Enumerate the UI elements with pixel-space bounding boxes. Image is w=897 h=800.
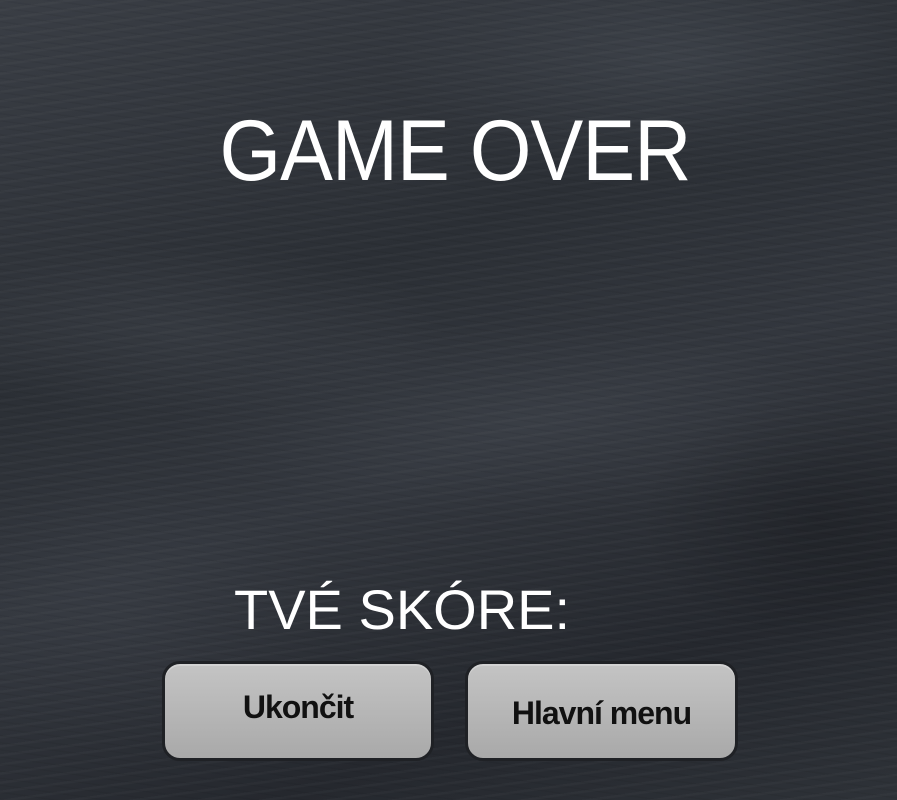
score-label: TVÉ SKÓRE: (234, 578, 571, 641)
quit-button-label: Ukončit (242, 688, 354, 725)
main-menu-button[interactable]: Hlavní menu (465, 661, 738, 761)
quit-button[interactable]: Ukončit (162, 661, 434, 761)
main-menu-button-label: Hlavní menu (511, 694, 692, 731)
game-over-title: GAME OVER (219, 103, 692, 199)
